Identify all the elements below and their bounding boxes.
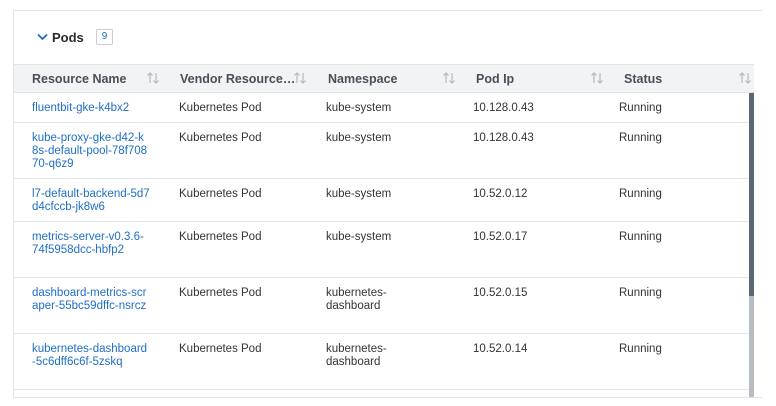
resource-name-link[interactable]: fluentbit-gke-k4bx2 (32, 102, 150, 115)
vendor-resource-cell: Kubernetes Pod (179, 287, 262, 299)
resource-name-link[interactable]: metrics-server-v0.3.6-74f5958dcc-hbfp2 (32, 231, 150, 257)
pod-ip-cell: 10.52.0.14 (473, 343, 528, 355)
count-badge: 9 (95, 29, 114, 45)
resource-name-link[interactable]: kube-proxy-gke-d42-k8s-default-pool-78f7… (32, 132, 150, 171)
namespace-cell: kubernetes-dashboard (326, 287, 387, 312)
status-cell: Running (619, 132, 662, 144)
namespace-cell: kubernetes-dashboard (326, 343, 387, 368)
vendor-resource-cell: Kubernetes Pod (179, 188, 262, 200)
table-row[interactable]: l7-default-backend-5d7d4cfccb-jk8w6 Kube… (14, 179, 749, 222)
pod-ip-cell: 10.128.0.43 (473, 132, 534, 144)
column-header-namespace[interactable]: Namespace (328, 65, 398, 93)
namespace-cell: kube-system (326, 231, 392, 243)
table-row[interactable]: metrics-server-v0.3.6-74f5958dcc-hbfp2 K… (14, 222, 749, 278)
column-header-pod-ip[interactable]: Pod Ip (476, 65, 514, 93)
table-header: Resource Name Vendor Resource… Namespace… (14, 64, 754, 93)
status-cell: Running (619, 231, 662, 243)
sort-icon[interactable] (442, 71, 456, 85)
panel-header: Pods 9 (14, 11, 763, 63)
status-cell: Running (619, 102, 662, 114)
namespace-cell: kube-system (326, 188, 392, 200)
namespace-cell: kube-system (326, 102, 392, 114)
vendor-resource-cell: Kubernetes Pod (179, 102, 262, 114)
table-row[interactable]: dashboard-metrics-scraper-55bc59dffc-nsr… (14, 278, 749, 334)
column-header-resource-name[interactable]: Resource Name (32, 65, 127, 93)
vendor-resource-cell: Kubernetes Pod (179, 132, 262, 144)
vendor-resource-cell: Kubernetes Pod (179, 231, 262, 243)
resource-name-link[interactable]: kubernetes-dashboard-5c6dff6c6f-5zskq (32, 343, 150, 369)
panel-title: Pods (52, 29, 84, 45)
table-body: fluentbit-gke-k4bx2 Kubernetes Pod kube-… (14, 93, 749, 397)
scrollbar-thumb[interactable] (749, 93, 754, 296)
table-row[interactable]: kube-proxy-gke-d42-k8s-default-pool-78f7… (14, 123, 749, 179)
namespace-cell: kube-system (326, 132, 392, 144)
status-cell: Running (619, 287, 662, 299)
column-header-vendor-resource[interactable]: Vendor Resource… (180, 65, 295, 93)
status-cell: Running (619, 343, 662, 355)
chevron-down-icon[interactable] (36, 31, 48, 43)
column-header-status[interactable]: Status (624, 65, 662, 93)
vendor-resource-cell: Kubernetes Pod (179, 343, 262, 355)
table-row[interactable]: fluentbit-gke-k4bx2 Kubernetes Pod kube-… (14, 93, 749, 123)
sort-icon[interactable] (293, 71, 307, 85)
pod-ip-cell: 10.52.0.17 (473, 231, 528, 243)
table-row[interactable]: kubernetes-dashboard-5c6dff6c6f-5zskq Ku… (14, 334, 749, 390)
sort-icon[interactable] (738, 71, 752, 85)
pod-ip-cell: 10.52.0.12 (473, 188, 528, 200)
pod-ip-cell: 10.52.0.15 (473, 287, 528, 299)
sort-icon[interactable] (590, 71, 604, 85)
resource-name-link[interactable]: l7-default-backend-5d7d4cfccb-jk8w6 (32, 188, 150, 214)
pods-panel: Pods 9 Resource Name Vendor Resource… Na… (13, 10, 763, 398)
resource-name-link[interactable]: dashboard-metrics-scraper-55bc59dffc-nsr… (32, 287, 150, 313)
sort-icon[interactable] (146, 71, 160, 85)
status-cell: Running (619, 188, 662, 200)
pod-ip-cell: 10.128.0.43 (473, 102, 534, 114)
